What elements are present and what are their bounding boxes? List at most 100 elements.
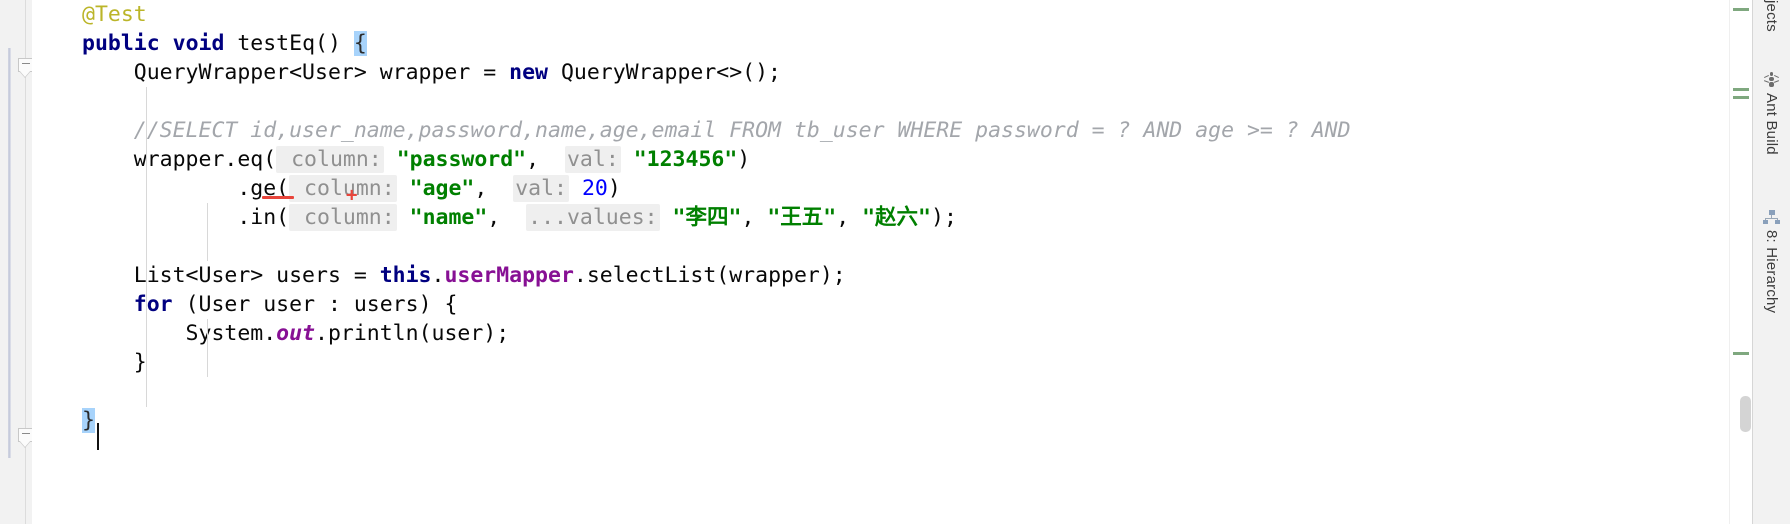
code-token: "123456" <box>633 147 738 172</box>
code-token: ) <box>737 147 751 172</box>
code-line[interactable]: QueryWrapper<User> wrapper = new QueryWr… <box>32 58 1730 87</box>
code-token: { <box>353 31 367 56</box>
code-token: QueryWrapper<>(); <box>548 60 781 85</box>
code-token: .ge( <box>82 176 290 201</box>
code-line[interactable]: } <box>32 406 1730 435</box>
code-token: "李四" <box>672 205 742 230</box>
code-line[interactable]: //SELECT id,user_name,password,name,age,… <box>32 116 1730 145</box>
code-line[interactable] <box>32 232 1730 261</box>
code-token: List<User> users = <box>82 263 380 288</box>
code-token: new <box>509 60 548 85</box>
code-token: this <box>379 263 432 288</box>
stripe-button-ant-build[interactable]: Ant Build <box>1753 72 1790 155</box>
indent-guide <box>207 203 208 261</box>
code-token: , <box>526 147 565 172</box>
code-token: val: <box>564 146 621 173</box>
code-line-text: public void testEq() { <box>82 29 367 58</box>
error-caret-marker: + <box>346 184 358 206</box>
code-token: column: <box>289 175 397 202</box>
vcs-change-marker[interactable] <box>1733 8 1749 11</box>
vcs-change-marker[interactable] <box>1733 352 1749 355</box>
hierarchy-icon <box>1762 210 1780 224</box>
code-token: @Test <box>82 2 147 27</box>
code-line[interactable]: wrapper.eq( column: "password", val: "12… <box>32 145 1730 174</box>
code-line-text: wrapper.eq( column: "password", val: "12… <box>82 145 750 174</box>
code-token: ...values: <box>526 204 660 231</box>
ant-icon <box>1763 72 1780 87</box>
code-token: (User user : users) { <box>172 292 458 317</box>
code-token: userMapper <box>444 263 574 288</box>
code-line[interactable]: for (User user : users) { <box>32 290 1730 319</box>
code-line-text: } <box>82 406 95 435</box>
code-line[interactable]: @Test <box>32 0 1730 29</box>
editor-marker-bar[interactable] <box>1729 0 1752 524</box>
code-line[interactable]: System.out.println(user); <box>32 319 1730 348</box>
code-line[interactable] <box>32 377 1730 406</box>
code-token: "name" <box>409 205 488 230</box>
code-token: "王五" <box>767 205 837 230</box>
code-token: .in( <box>82 205 290 230</box>
code-token: , <box>741 205 768 230</box>
code-line-text: .in( column: "name", ...values: "李四", "王… <box>82 203 957 232</box>
code-line-text: //SELECT id,user_name,password,name,age,… <box>82 116 1351 145</box>
code-token: out <box>276 321 316 346</box>
code-token: column: <box>289 204 397 231</box>
error-underline <box>262 196 294 199</box>
vcs-change-marker[interactable] <box>1733 96 1749 99</box>
code-token: public <box>82 31 160 56</box>
right-tool-window-stripe: jects Ant Build 8: Hierarchy <box>1752 0 1790 524</box>
code-token: void <box>172 31 225 56</box>
code-token: } <box>82 408 95 433</box>
code-token: .selectList(wrapper); <box>573 263 846 288</box>
code-text-area[interactable]: @Test public void testEq() { QueryWrapper… <box>32 0 1730 524</box>
code-line-text: for (User user : users) { <box>82 290 458 319</box>
code-line[interactable]: .in( column: "name", ...values: "李四", "王… <box>32 203 1730 232</box>
code-token: .println(user); <box>315 321 510 346</box>
code-line-text: } <box>82 348 147 377</box>
code-token: 20 <box>581 176 608 201</box>
code-line[interactable]: public void testEq() { <box>32 29 1730 58</box>
code-token: , <box>487 205 527 230</box>
code-token: val: <box>513 175 569 202</box>
stripe-button-hierarchy[interactable]: 8: Hierarchy <box>1753 210 1790 313</box>
code-token: testEq() <box>224 31 354 56</box>
indent-guide <box>146 87 147 407</box>
code-token: ) <box>607 176 621 201</box>
code-token: for <box>133 292 173 317</box>
code-line-text: QueryWrapper<User> wrapper = new QueryWr… <box>82 58 781 87</box>
stripe-button-hierarchy-label: 8: Hierarchy <box>1763 230 1780 314</box>
code-token: } <box>82 350 147 375</box>
code-token: ); <box>931 205 957 230</box>
code-token: "赵六" <box>862 205 931 230</box>
code-line-text: List<User> users = this.userMapper.selec… <box>82 261 846 290</box>
text-caret <box>97 423 99 450</box>
vcs-change-marker[interactable] <box>1733 88 1749 91</box>
vertical-scrollbar-thumb[interactable] <box>1740 396 1751 432</box>
code-line[interactable] <box>32 87 1730 116</box>
code-line[interactable]: List<User> users = this.userMapper.selec… <box>32 261 1730 290</box>
code-token: System. <box>82 321 277 346</box>
code-token: "age" <box>409 176 475 201</box>
code-line-text: @Test <box>82 0 147 29</box>
code-token: wrapper.eq( <box>82 147 277 172</box>
editor-window: @Test public void testEq() { QueryWrapper… <box>0 0 1790 524</box>
stripe-button-projects[interactable]: jects <box>1753 0 1790 32</box>
gutter-change-bar <box>8 48 11 458</box>
code-token: QueryWrapper<User> wrapper = <box>82 60 510 85</box>
stripe-button-ant-build-label: Ant Build <box>1763 93 1780 155</box>
code-token: , <box>474 176 514 201</box>
code-token: column: <box>276 146 384 173</box>
code-line[interactable]: } <box>32 348 1730 377</box>
indent-guide <box>207 319 208 377</box>
stripe-button-projects-label: jects <box>1763 0 1780 32</box>
